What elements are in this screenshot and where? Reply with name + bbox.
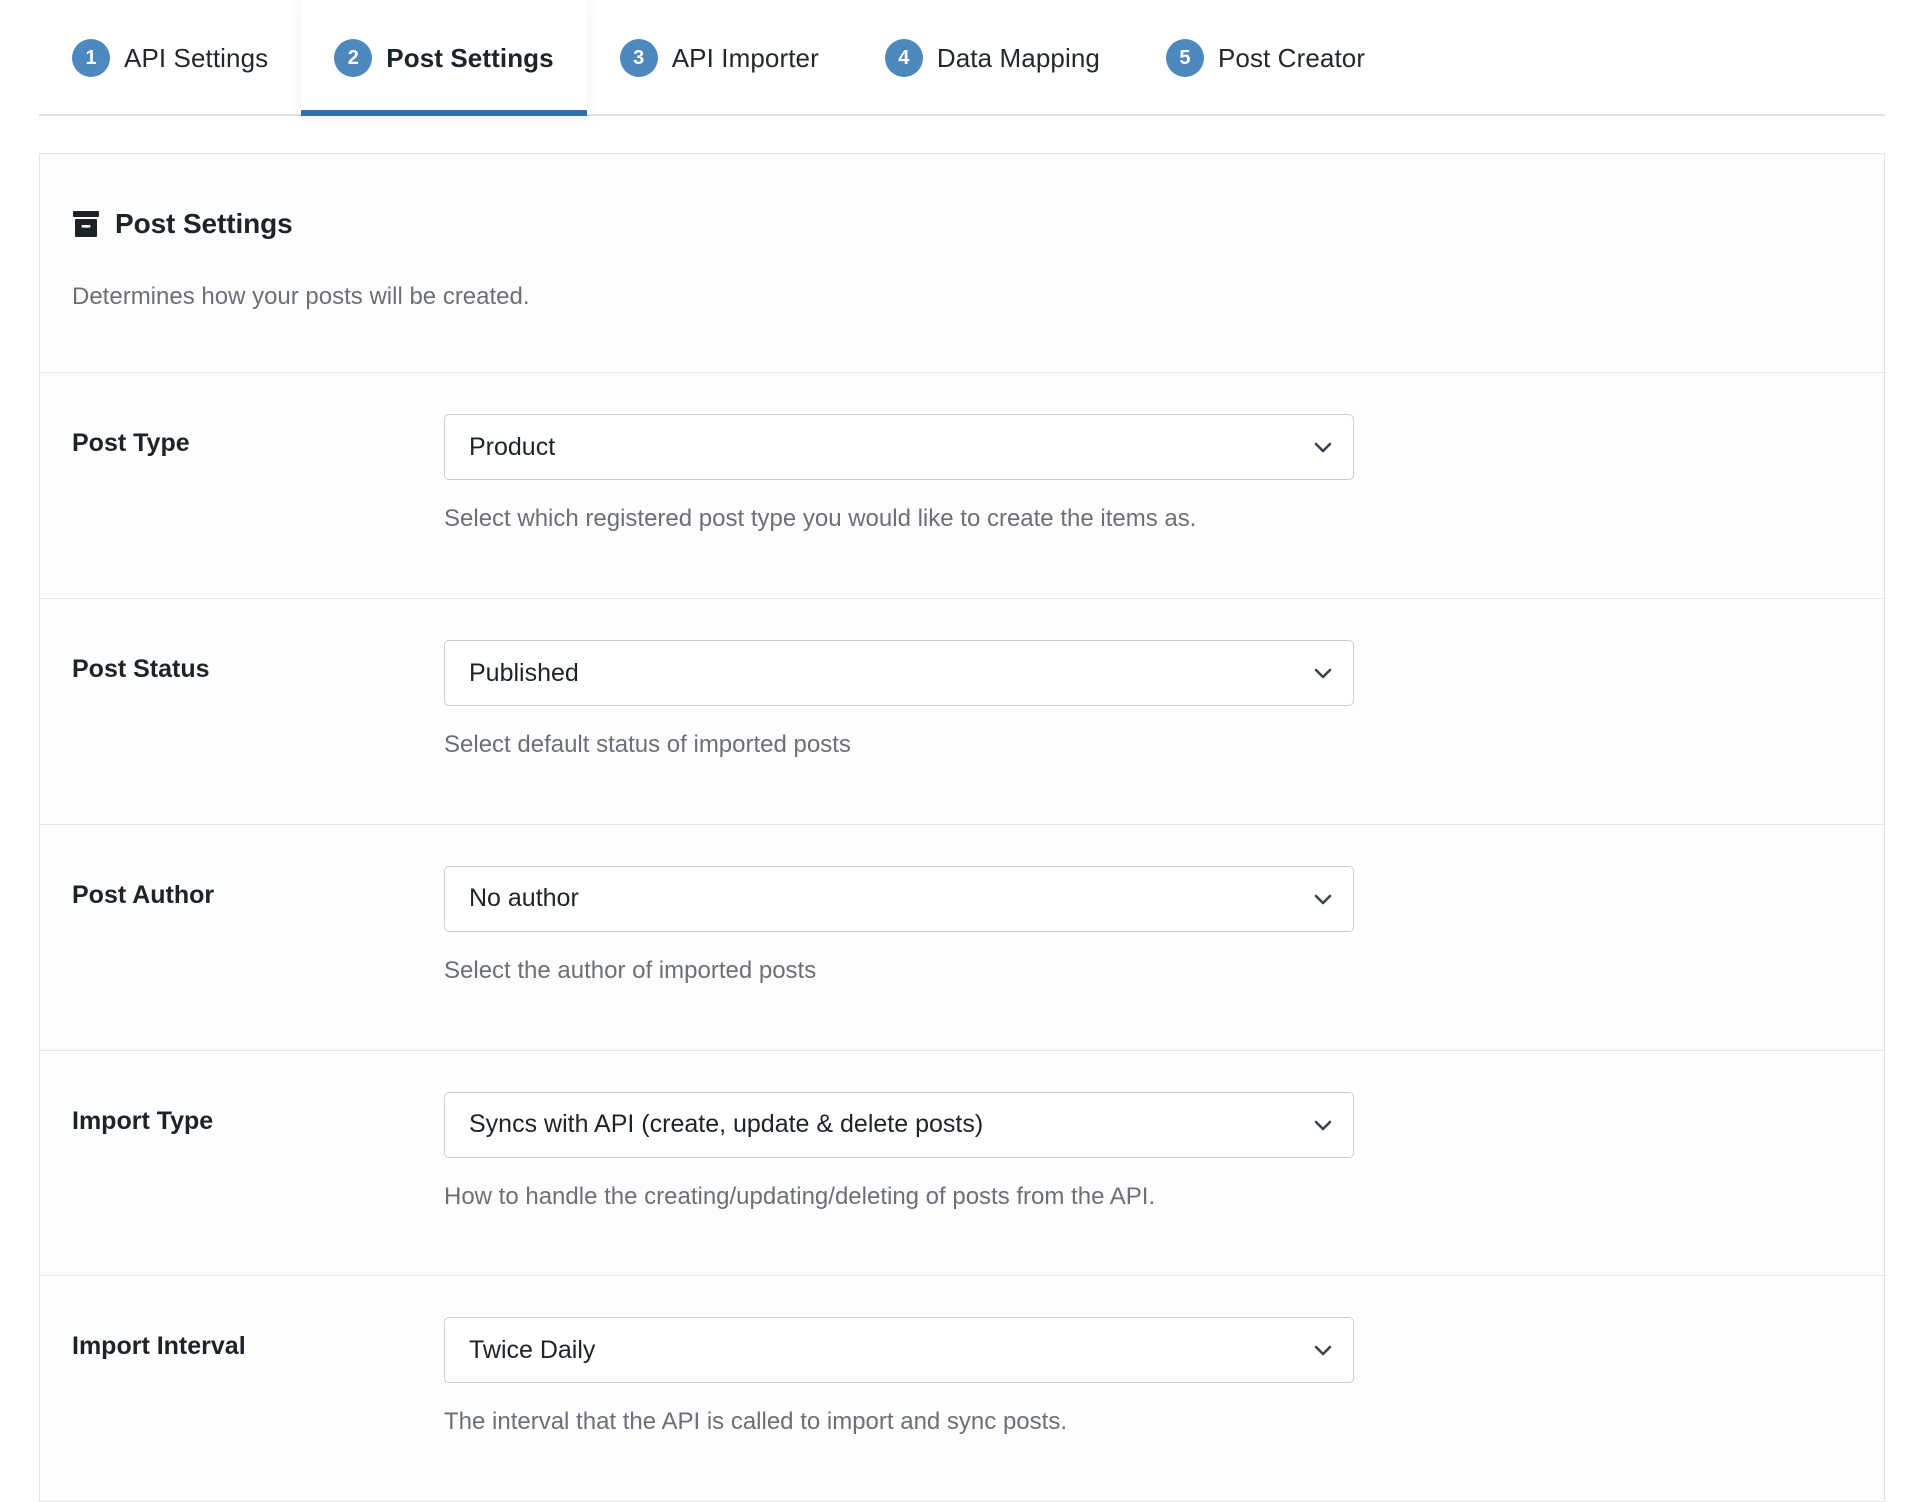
tab-api-settings[interactable]: 1 API Settings: [39, 0, 301, 116]
select-wrapper: Product: [444, 414, 1354, 481]
field-label: Post Type: [72, 429, 190, 458]
tab-post-creator[interactable]: 5 Post Creator: [1133, 0, 1398, 116]
field-label: Import Interval: [72, 1332, 246, 1361]
tab-label: API Settings: [124, 42, 269, 73]
field-label: Post Author: [72, 880, 215, 909]
form-row-import-interval: Import Interval Twice Daily The interval…: [40, 1276, 1884, 1501]
field-control-group: No author Select the author of imported …: [444, 865, 1852, 1010]
field-control-group: Syncs with API (create, update & delete …: [444, 1091, 1852, 1236]
tab-data-mapping[interactable]: 4 Data Mapping: [852, 0, 1133, 116]
tab-label: API Importer: [671, 42, 819, 73]
select-wrapper: No author: [444, 865, 1354, 932]
field-help-text: Select the author of imported posts: [444, 956, 817, 984]
form-row-post-author: Post Author No author Select the author …: [40, 825, 1884, 1051]
card-title-row: Post Settings: [72, 187, 1852, 261]
archive-box-icon: [72, 211, 100, 238]
card-subtitle: Determines how your posts will be create…: [72, 283, 530, 311]
import-type-select[interactable]: Syncs with API (create, update & delete …: [444, 1091, 1354, 1158]
form-row-post-status: Post Status Published Select default sta…: [40, 599, 1884, 825]
select-wrapper: Published: [444, 640, 1354, 707]
wizard-tab-bar: 1 API Settings 2 Post Settings 3 API Imp…: [0, 0, 1924, 116]
post-settings-card: Post Settings Determines how your posts …: [39, 153, 1885, 1502]
post-status-select[interactable]: Published: [444, 640, 1354, 707]
field-help-text: The interval that the API is called to i…: [444, 1408, 1067, 1436]
tab-step-number: 3: [619, 39, 658, 77]
tab-label: Post Creator: [1217, 42, 1366, 73]
tab-step-number: 2: [334, 39, 373, 77]
post-type-select[interactable]: Product: [444, 414, 1354, 481]
field-control-group: Product Select which registered post typ…: [444, 414, 1852, 558]
tab-step-number: 5: [1165, 39, 1204, 77]
field-control-group: Published Select default status of impor…: [444, 640, 1852, 784]
card-title: Post Settings: [115, 208, 293, 240]
field-label: Import Type: [72, 1106, 214, 1135]
field-help-text: Select default status of imported posts: [444, 731, 851, 759]
tab-post-settings[interactable]: 2 Post Settings: [301, 0, 588, 116]
tab-step-number: 4: [884, 39, 923, 77]
card-header: Post Settings Determines how your posts …: [40, 154, 1884, 374]
field-label: Post Status: [72, 655, 210, 684]
tab-label: Data Mapping: [936, 42, 1100, 73]
import-interval-select[interactable]: Twice Daily: [444, 1317, 1354, 1384]
tab-api-importer[interactable]: 3 API Importer: [587, 0, 852, 116]
field-help-text: Select which registered post type you wo…: [444, 505, 1197, 533]
field-help-text: How to handle the creating/updating/dele…: [444, 1182, 1156, 1210]
form-row-import-type: Import Type Syncs with API (create, upda…: [40, 1051, 1884, 1277]
post-author-select[interactable]: No author: [444, 865, 1354, 932]
tab-step-number: 1: [72, 39, 110, 77]
form-row-post-type: Post Type Product Select which registere…: [40, 373, 1884, 600]
tab-label: Post Settings: [386, 42, 554, 73]
select-wrapper: Syncs with API (create, update & delete …: [444, 1091, 1354, 1158]
select-wrapper: Twice Daily: [444, 1317, 1354, 1384]
field-control-group: Twice Daily The interval that the API is…: [444, 1317, 1852, 1461]
